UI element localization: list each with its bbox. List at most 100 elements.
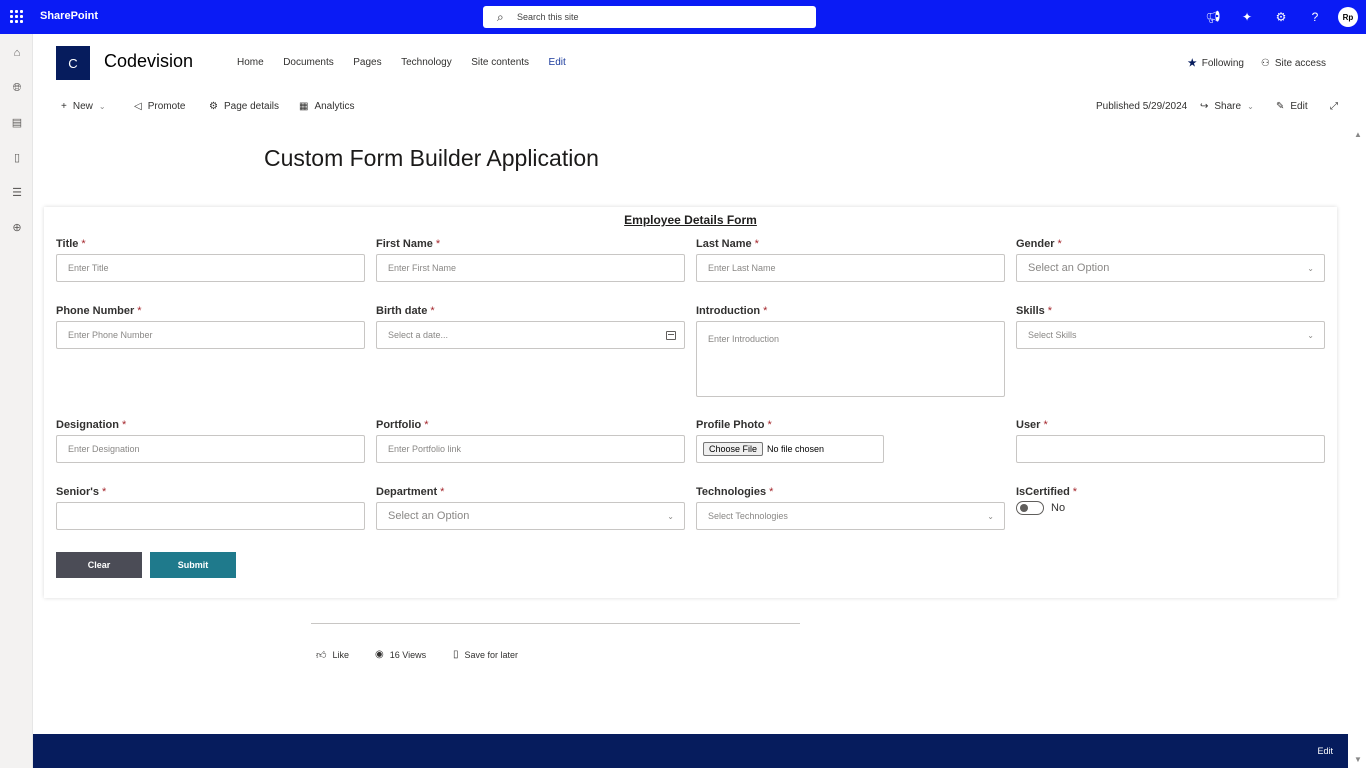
profile-photo-input[interactable]: Choose File No file chosen: [696, 435, 884, 463]
user-picker[interactable]: [1016, 435, 1325, 463]
site-logo[interactable]: C: [56, 46, 90, 80]
share-button[interactable]: ↪ Share ⌄: [1200, 101, 1254, 112]
clear-button[interactable]: Clear: [56, 552, 142, 578]
submit-button[interactable]: Submit: [150, 552, 236, 578]
gear-icon[interactable]: ⚙: [1264, 10, 1298, 24]
site-footer: Edit: [33, 734, 1348, 768]
scroll-up-icon[interactable]: ▲: [1354, 130, 1362, 139]
pencil-icon: ✎: [1276, 101, 1285, 112]
birth-date-picker[interactable]: Select a date...: [376, 321, 685, 349]
site-access-button[interactable]: ⚇ Site access: [1261, 58, 1326, 69]
bookmark-icon: ▯: [453, 649, 459, 660]
user-label: User *: [1016, 419, 1048, 431]
star-icon: ★: [1187, 58, 1197, 69]
designation-label: Designation *: [56, 419, 127, 431]
calendar-icon[interactable]: [666, 330, 676, 340]
site-title[interactable]: Codevision: [104, 51, 193, 72]
file-status: No file chosen: [767, 444, 825, 454]
chevron-down-icon: ⌄: [667, 511, 674, 521]
add-circle-icon[interactable]: ⊕: [10, 221, 24, 235]
phone-input[interactable]: Enter Phone Number: [56, 321, 365, 349]
nav-pages[interactable]: Pages: [353, 57, 381, 68]
suite-bar-actions: 📢︎ ✦ ⚙ ? Rp: [1196, 0, 1366, 34]
technologies-label: Technologies *: [696, 486, 774, 498]
divider: [311, 623, 800, 624]
nav-edit[interactable]: Edit: [549, 57, 566, 68]
skills-dropdown[interactable]: Select Skills ⌄: [1016, 321, 1325, 349]
views-label: 16 Views: [389, 649, 427, 660]
designation-placeholder: Enter Designation: [68, 444, 140, 454]
document-icon[interactable]: ▯: [10, 151, 24, 165]
title-input[interactable]: Enter Title: [56, 254, 365, 282]
choose-file-button[interactable]: Choose File: [703, 442, 764, 456]
like-label: Like: [332, 650, 349, 660]
search-icon: ⌕: [497, 10, 504, 24]
employee-form: Employee Details Form Title * Enter Title…: [44, 207, 1337, 598]
analytics-button[interactable]: ▦ Analytics: [299, 101, 354, 112]
phone-label: Phone Number *: [56, 305, 142, 317]
site-navigation: Home Documents Pages Technology Site con…: [237, 57, 585, 68]
analytics-label: Analytics: [314, 101, 355, 112]
nav-home[interactable]: Home: [237, 57, 264, 68]
chevron-down-icon: ⌄: [987, 511, 994, 521]
site-access-label: Site access: [1274, 58, 1326, 69]
toggle-knob: [1020, 504, 1028, 512]
home-icon[interactable]: ⌂: [10, 46, 24, 60]
seniors-picker[interactable]: [56, 502, 365, 530]
is-certified-toggle[interactable]: [1016, 501, 1044, 515]
suite-bar: SharePoint ⌕ Search this site 📢︎ ✦ ⚙ ? R…: [0, 0, 1366, 34]
scrollbar[interactable]: ▲ ▼: [1350, 122, 1366, 768]
gear-icon: ⚙: [209, 101, 218, 112]
last-name-input[interactable]: Enter Last Name: [696, 254, 1005, 282]
chevron-down-icon: ⌄: [1307, 330, 1314, 340]
promote-button[interactable]: ◁ Promote: [134, 101, 186, 112]
first-name-input[interactable]: Enter First Name: [376, 254, 685, 282]
like-button[interactable]: 👍︎ Like: [316, 649, 349, 661]
app-launcher-icon[interactable]: [10, 10, 23, 23]
save-for-later-button[interactable]: ▯ Save for later: [453, 649, 518, 660]
first-name-label: First Name *: [376, 238, 441, 250]
department-dropdown[interactable]: Select an Option ⌄: [376, 502, 685, 530]
expand-button[interactable]: ⤢: [1330, 101, 1344, 112]
megaphone-icon[interactable]: 📢︎: [1196, 10, 1230, 24]
footer-edit-link[interactable]: Edit: [1317, 746, 1333, 756]
form-title: Employee Details Form: [624, 213, 757, 227]
page-title: Custom Form Builder Application: [264, 145, 599, 171]
gender-dropdown[interactable]: Select an Option ⌄: [1016, 254, 1325, 282]
technologies-dropdown[interactable]: Select Technologies ⌄: [696, 502, 1005, 530]
new-label: New: [72, 101, 93, 112]
new-button[interactable]: + New ⌄: [61, 101, 106, 112]
following-button[interactable]: ★ Following: [1188, 58, 1244, 69]
nav-technology[interactable]: Technology: [401, 57, 452, 68]
page-details-button[interactable]: ⚙ Page details: [209, 101, 279, 112]
phone-placeholder: Enter Phone Number: [68, 330, 153, 340]
megaphone-icon: ◁: [134, 101, 142, 112]
nav-site-contents[interactable]: Site contents: [471, 57, 529, 68]
globe-icon[interactable]: 🌐︎: [10, 81, 24, 95]
plus-icon: +: [61, 101, 67, 112]
skills-placeholder: Select Skills: [1028, 330, 1077, 340]
search-box[interactable]: ⌕ Search this site: [483, 6, 816, 28]
like-icon: 👍︎: [316, 650, 327, 661]
department-label: Department *: [376, 486, 445, 498]
gender-label: Gender *: [1016, 238, 1062, 250]
edit-button[interactable]: ✎ Edit: [1276, 101, 1308, 112]
portfolio-input[interactable]: Enter Portfolio link: [376, 435, 685, 463]
list-icon[interactable]: ☰: [10, 186, 24, 200]
sharepoint-icon[interactable]: ✦: [1230, 10, 1264, 24]
designation-input[interactable]: Enter Designation: [56, 435, 365, 463]
avatar[interactable]: Rp: [1338, 7, 1358, 27]
share-label: Share: [1214, 101, 1242, 112]
sharepoint-brand-link[interactable]: SharePoint: [40, 10, 98, 22]
help-icon[interactable]: ?: [1298, 10, 1332, 24]
is-certified-value: No: [1051, 502, 1066, 514]
introduction-textarea[interactable]: Enter Introduction: [696, 321, 1005, 397]
edit-label: Edit: [1290, 101, 1308, 112]
last-name-placeholder: Enter Last Name: [708, 263, 776, 273]
news-icon[interactable]: ▤: [10, 116, 24, 130]
search-placeholder: Search this site: [517, 12, 579, 22]
expand-icon: ⤢: [1330, 101, 1338, 112]
portfolio-label: Portfolio *: [376, 419, 429, 431]
scroll-down-icon[interactable]: ▼: [1354, 755, 1362, 764]
nav-documents[interactable]: Documents: [283, 57, 334, 68]
